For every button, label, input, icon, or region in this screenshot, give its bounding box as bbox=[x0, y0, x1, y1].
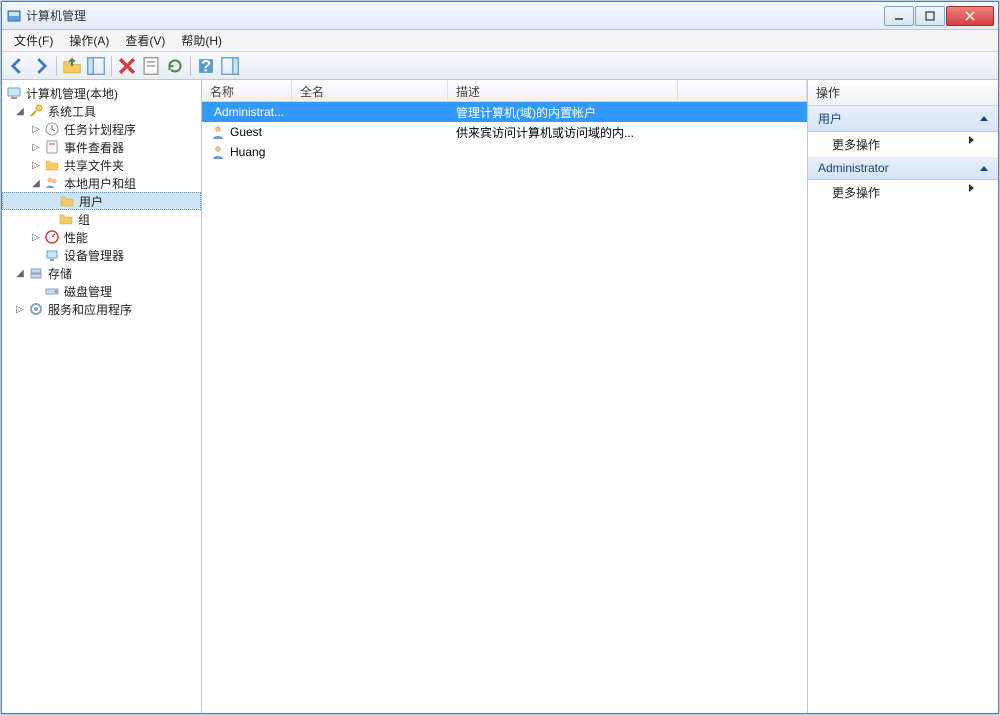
cell-description: 供来宾访问计算机或访问域的内... bbox=[448, 124, 678, 141]
menu-action[interactable]: 操作(A) bbox=[61, 30, 117, 51]
menubar: 文件(F) 操作(A) 查看(V) 帮助(H) bbox=[2, 30, 998, 52]
menu-view[interactable]: 查看(V) bbox=[117, 30, 173, 51]
col-spacer bbox=[678, 80, 807, 101]
list-header: 名称 全名 描述 bbox=[202, 80, 807, 102]
menu-file[interactable]: 文件(F) bbox=[6, 30, 61, 51]
expand-icon[interactable]: ▷ bbox=[30, 123, 42, 135]
col-name[interactable]: 名称 bbox=[202, 80, 292, 101]
tree-panel[interactable]: 计算机管理(本地) ◢ 系统工具 ▷ 任务计划程序 ▷ 事件查看器 ▷ 共享文件… bbox=[2, 80, 202, 713]
list-body[interactable]: Administrat... 管理计算机(域)的内置帐户 Guest 供来宾访问计算机… bbox=[202, 102, 807, 713]
cell-name: Guest bbox=[202, 124, 292, 140]
actions-group-users[interactable]: 用户 bbox=[808, 106, 998, 132]
window-title: 计算机管理 bbox=[26, 7, 884, 24]
main-window: 计算机管理 文件(F) 操作(A) 查看(V) 帮助(H) ? 计算机管理(本 bbox=[1, 1, 999, 714]
list-row[interactable]: Administrat... 管理计算机(域)的内置帐户 bbox=[202, 102, 807, 122]
tree-users[interactable]: 用户 bbox=[2, 192, 201, 210]
expand-icon[interactable]: ▷ bbox=[30, 141, 42, 153]
collapse-icon[interactable]: ◢ bbox=[14, 105, 26, 117]
back-button[interactable] bbox=[6, 55, 28, 77]
toolbar-separator bbox=[190, 56, 191, 76]
menu-help[interactable]: 帮助(H) bbox=[173, 30, 230, 51]
maximize-button[interactable] bbox=[915, 6, 945, 26]
content-area: 计算机管理(本地) ◢ 系统工具 ▷ 任务计划程序 ▷ 事件查看器 ▷ 共享文件… bbox=[2, 80, 998, 713]
submenu-arrow-icon bbox=[969, 184, 974, 192]
titlebar[interactable]: 计算机管理 bbox=[2, 2, 998, 30]
performance-icon bbox=[44, 229, 60, 245]
folder-icon bbox=[58, 211, 74, 227]
svg-text:?: ? bbox=[201, 57, 211, 75]
show-hide-action-button[interactable] bbox=[219, 55, 241, 77]
tree-event-viewer[interactable]: ▷ 事件查看器 bbox=[2, 138, 201, 156]
user-icon bbox=[210, 124, 226, 140]
help-button[interactable]: ? bbox=[195, 55, 217, 77]
tree-shared-folders[interactable]: ▷ 共享文件夹 bbox=[2, 156, 201, 174]
col-fullname[interactable]: 全名 bbox=[292, 80, 448, 101]
list-row[interactable]: Guest 供来宾访问计算机或访问域的内... bbox=[202, 122, 807, 142]
col-description[interactable]: 描述 bbox=[448, 80, 678, 101]
computer-icon bbox=[6, 85, 22, 101]
actions-more-users[interactable]: 更多操作 bbox=[808, 132, 998, 157]
storage-icon bbox=[28, 265, 44, 281]
refresh-button[interactable] bbox=[164, 55, 186, 77]
window-controls bbox=[884, 6, 994, 26]
list-panel: 名称 全名 描述 Administrat...管理计算机(域)的内置帐户Gues… bbox=[202, 80, 808, 713]
tree-groups[interactable]: 组 bbox=[2, 210, 201, 228]
cell-name: Huang bbox=[202, 144, 292, 160]
toolbar-separator bbox=[56, 56, 57, 76]
list-row[interactable]: Huang bbox=[202, 142, 807, 162]
submenu-arrow-icon bbox=[969, 136, 974, 144]
tree-storage[interactable]: ◢ 存储 bbox=[2, 264, 201, 282]
services-icon bbox=[28, 301, 44, 317]
collapse-icon[interactable]: ◢ bbox=[14, 267, 26, 279]
cell-name: Administrat... bbox=[202, 104, 292, 120]
collapse-icon[interactable]: ◢ bbox=[30, 177, 42, 189]
tree-services-apps[interactable]: ▷ 服务和应用程序 bbox=[2, 300, 201, 318]
collapse-arrow-icon bbox=[980, 116, 988, 121]
tools-icon bbox=[28, 103, 44, 119]
event-icon bbox=[44, 139, 60, 155]
expand-icon[interactable]: ▷ bbox=[30, 231, 42, 243]
tree-system-tools[interactable]: ◢ 系统工具 bbox=[2, 102, 201, 120]
app-icon bbox=[6, 8, 22, 24]
tree-device-manager[interactable]: 设备管理器 bbox=[2, 246, 201, 264]
clock-icon bbox=[44, 121, 60, 137]
user-icon bbox=[210, 144, 226, 160]
toolbar: ? bbox=[2, 52, 998, 80]
tree-performance[interactable]: ▷ 性能 bbox=[2, 228, 201, 246]
toolbar-separator bbox=[111, 56, 112, 76]
shared-folder-icon bbox=[44, 157, 60, 173]
tree-task-scheduler[interactable]: ▷ 任务计划程序 bbox=[2, 120, 201, 138]
collapse-arrow-icon bbox=[980, 166, 988, 171]
actions-header: 操作 bbox=[808, 80, 998, 106]
up-button[interactable] bbox=[61, 55, 83, 77]
expand-icon[interactable]: ▷ bbox=[30, 159, 42, 171]
disk-icon bbox=[44, 283, 60, 299]
tree-root[interactable]: 计算机管理(本地) bbox=[2, 84, 201, 102]
minimize-button[interactable] bbox=[884, 6, 914, 26]
device-icon bbox=[44, 247, 60, 263]
actions-panel: 操作 用户 更多操作 Administrator 更多操作 bbox=[808, 80, 998, 713]
actions-group-label: Administrator bbox=[818, 161, 889, 175]
tree-local-users[interactable]: ◢ 本地用户和组 bbox=[2, 174, 201, 192]
show-hide-tree-button[interactable] bbox=[85, 55, 107, 77]
users-group-icon bbox=[44, 175, 60, 191]
tree-disk-management[interactable]: 磁盘管理 bbox=[2, 282, 201, 300]
delete-button[interactable] bbox=[116, 55, 138, 77]
actions-more-admin[interactable]: 更多操作 bbox=[808, 180, 998, 205]
forward-button[interactable] bbox=[30, 55, 52, 77]
actions-group-label: 用户 bbox=[818, 110, 842, 127]
cell-description: 管理计算机(域)的内置帐户 bbox=[448, 104, 678, 121]
close-button[interactable] bbox=[946, 6, 994, 26]
actions-group-admin[interactable]: Administrator bbox=[808, 157, 998, 180]
expand-icon[interactable]: ▷ bbox=[14, 303, 26, 315]
folder-icon bbox=[59, 193, 75, 209]
properties-button[interactable] bbox=[140, 55, 162, 77]
